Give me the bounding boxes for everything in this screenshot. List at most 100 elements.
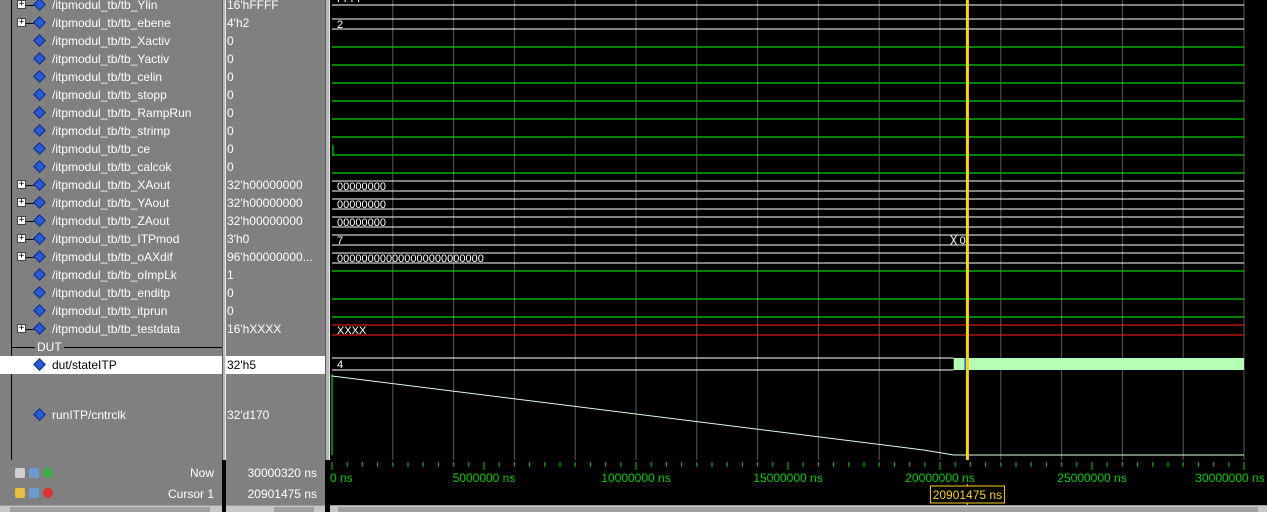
signal-row[interactable]: /itpmodul_tb/tb_oImpLk <box>0 266 222 284</box>
signal-value: 32'd170 <box>227 408 270 422</box>
signal-row[interactable]: /itpmodul_tb/tb_ce <box>0 140 222 158</box>
signal-row[interactable]: /itpmodul_tb/tb_RampRun <box>0 104 222 122</box>
signal-value-row[interactable]: 3'h0 <box>224 230 326 248</box>
state-highlight-block <box>953 358 1244 370</box>
remove-cursor-icon[interactable] <box>43 488 53 498</box>
pane-splitter-names[interactable] <box>222 0 226 512</box>
waveform-trace: 00000000 <box>332 216 1244 229</box>
signal-value: 16'hXXXX <box>227 322 282 336</box>
waveform-trace: XXXX <box>332 324 1244 337</box>
signal-value-row[interactable]: 0 <box>224 302 326 320</box>
cursor-1-label[interactable]: Cursor 1 <box>168 487 214 501</box>
signal-value-row[interactable]: 0 <box>224 32 326 50</box>
waveform-pane[interactable]: FFFF200000000000000000000000007000000000… <box>330 0 1267 460</box>
signal-diamond-icon <box>33 0 46 11</box>
signal-diamond-icon <box>33 142 46 155</box>
signal-value-row[interactable]: 0 <box>224 284 326 302</box>
signal-row[interactable]: + /itpmodul_tb/tb_testdata <box>0 320 222 338</box>
signal-value: 32'h00000000 <box>227 196 303 210</box>
bus-value-label: 4 <box>337 359 343 371</box>
signal-value: 0 <box>227 304 234 318</box>
signal-row[interactable]: + /itpmodul_tb/tb_oAXdif <box>0 248 222 266</box>
signal-value-row[interactable]: 0 <box>224 158 326 176</box>
waveform-canvas[interactable]: FFFF200000000000000000000000007000000000… <box>330 0 1267 460</box>
waveform-hscrollbar[interactable] <box>330 505 1267 512</box>
add-cursor-icon[interactable] <box>43 468 53 478</box>
signal-row[interactable]: + /itpmodul_tb/tb_ZAout <box>0 212 222 230</box>
group-label-dut[interactable]: DUT <box>35 338 64 356</box>
signal-row[interactable]: /itpmodul_tb/tb_enditp <box>0 284 222 302</box>
signal-row[interactable]: + /itpmodul_tb/tb_XAout <box>0 176 222 194</box>
signal-value: 0 <box>227 52 234 66</box>
lock-icon[interactable] <box>15 488 25 498</box>
ruler-tick-label: 15000000 ns <box>753 471 822 485</box>
signal-row[interactable]: dut/stateITP <box>0 356 222 374</box>
signal-diamond-icon <box>33 124 46 137</box>
waveform-trace: 000000000000000000000000 <box>332 252 1244 265</box>
signal-row[interactable]: /itpmodul_tb/tb_Yactiv <box>0 50 222 68</box>
expand-icon[interactable]: + <box>17 252 26 261</box>
signal-value-row[interactable]: 0 <box>224 68 326 86</box>
expand-icon[interactable]: + <box>17 18 26 27</box>
signal-value-row[interactable]: 32'd170 <box>224 406 326 424</box>
signal-name: /itpmodul_tb/tb_ITPmod <box>52 232 180 246</box>
signal-value-row[interactable]: 96'h00000000... <box>224 248 326 266</box>
bus-value-label: 0 <box>960 235 966 247</box>
edit-cursor-icon[interactable] <box>29 488 39 498</box>
signal-value-row[interactable]: 0 <box>224 86 326 104</box>
signal-value-row[interactable]: 1 <box>224 266 326 284</box>
signal-values-pane[interactable]: 16'hFFFF 4'h2 0 0 0 0 0 0 0 0 32'h00000000 32'h0000… <box>224 0 326 460</box>
expand-icon[interactable]: + <box>17 324 26 333</box>
signal-row[interactable]: /itpmodul_tb/tb_calcok <box>0 158 222 176</box>
signal-value-row[interactable]: 0 <box>224 50 326 68</box>
snapshot-icon[interactable] <box>29 468 39 478</box>
signal-value-row[interactable]: 32'h00000000 <box>224 194 326 212</box>
signal-value: 3'h0 <box>227 232 250 246</box>
expand-icon[interactable]: + <box>17 0 26 9</box>
signal-row[interactable]: /itpmodul_tb/tb_itprun <box>0 302 222 320</box>
bus-value-label: 2 <box>337 19 343 31</box>
signal-value: 1 <box>227 268 234 282</box>
signal-value-row[interactable]: 16'hFFFF <box>224 0 326 14</box>
signal-diamond-icon <box>33 196 46 209</box>
names-hscrollbar[interactable] <box>0 505 222 512</box>
signal-diamond-icon <box>33 358 46 371</box>
values-hscrollbar[interactable] <box>226 505 325 512</box>
bus-value-label: FFFF <box>337 0 364 5</box>
signal-row[interactable]: + /itpmodul_tb/tb_Ylin <box>0 0 222 14</box>
expand-icon[interactable]: + <box>17 216 26 225</box>
signal-names-pane[interactable]: + /itpmodul_tb/tb_Ylin + /itpmodul_tb/tb_eb… <box>0 0 224 460</box>
signal-value: 0 <box>227 286 234 300</box>
signal-name: /itpmodul_tb/tb_ce <box>52 142 151 156</box>
expand-icon[interactable]: + <box>17 198 26 207</box>
signal-value: 0 <box>227 70 234 84</box>
signal-row[interactable]: + /itpmodul_tb/tb_ebene <box>0 14 222 32</box>
signal-value-row[interactable]: 0 <box>224 140 326 158</box>
cursor-1-value: 20901475 ns <box>247 487 317 501</box>
signal-row[interactable]: /itpmodul_tb/tb_stopp <box>0 86 222 104</box>
signal-value-row[interactable]: 32'h5 <box>224 356 326 374</box>
signal-value-row[interactable]: 0 <box>224 122 326 140</box>
zoom-icon[interactable] <box>15 468 25 478</box>
signal-row[interactable]: + /itpmodul_tb/tb_ITPmod <box>0 230 222 248</box>
signal-row[interactable]: /itpmodul_tb/tb_celin <box>0 68 222 86</box>
signal-diamond-icon <box>33 304 46 317</box>
signal-value-row[interactable]: 16'hXXXX <box>224 320 326 338</box>
waveform-trace: 00000000 <box>332 198 1244 211</box>
signal-name: /itpmodul_tb/tb_XAout <box>52 178 171 192</box>
signal-diamond-icon <box>33 70 46 83</box>
signal-name: /itpmodul_tb/tb_Ylin <box>52 0 158 12</box>
expand-icon[interactable]: + <box>17 180 26 189</box>
bus-value-label: 00000000 <box>337 217 386 229</box>
signal-diamond-icon <box>33 232 46 245</box>
signal-value-row[interactable]: 4'h2 <box>224 14 326 32</box>
signal-row[interactable]: + /itpmodul_tb/tb_YAout <box>0 194 222 212</box>
signal-row[interactable]: /itpmodul_tb/tb_Xactiv <box>0 32 222 50</box>
signal-value-row[interactable]: 0 <box>224 104 326 122</box>
signal-value-row[interactable]: 32'h00000000 <box>224 212 326 230</box>
signal-row[interactable]: runITP/cntrclk <box>0 406 222 424</box>
signal-value-row[interactable]: 32'h00000000 <box>224 176 326 194</box>
expand-icon[interactable]: + <box>17 234 26 243</box>
signal-name: /itpmodul_tb/tb_Yactiv <box>52 52 170 66</box>
signal-row[interactable]: /itpmodul_tb/tb_strimp <box>0 122 222 140</box>
